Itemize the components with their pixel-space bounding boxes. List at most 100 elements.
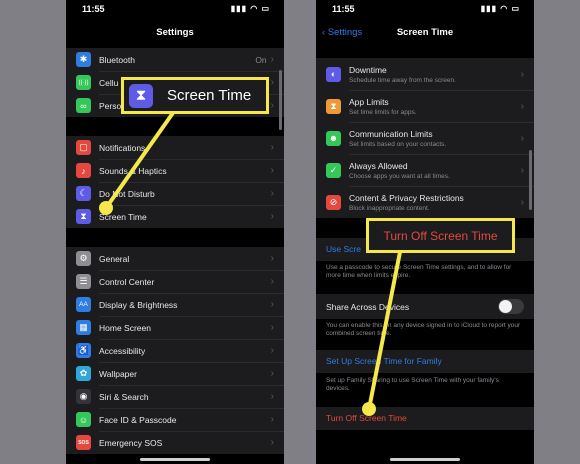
battery-icon: ▭ xyxy=(261,4,270,13)
row-label: Accessibility xyxy=(99,345,146,356)
chevron-right-icon: › xyxy=(270,276,274,287)
settings-row-control-center[interactable]: ☰ Control Center › xyxy=(66,270,284,293)
row-label: Do Not Disturb xyxy=(99,188,155,199)
chevron-right-icon: › xyxy=(520,132,524,144)
turn-off-callout: Turn Off Screen Time xyxy=(366,218,515,253)
row-label: General xyxy=(99,253,130,264)
left-gutter xyxy=(0,0,66,464)
option-downtime[interactable]: ◐ Downtime Schedule time away from the s… xyxy=(316,58,534,90)
option-app-limits[interactable]: ⧗ App Limits Set time limits for apps. › xyxy=(316,90,534,122)
option-subtitle: Set limits based on your contacts. xyxy=(349,140,447,148)
settings-row-siri[interactable]: ◉ Siri & Search › xyxy=(66,385,284,408)
turn-off-group: Turn Off Screen Time xyxy=(316,407,534,430)
signal-icon: ▮▮▮ xyxy=(480,4,497,13)
settings-row-bluetooth[interactable]: ✱ Bluetooth On › xyxy=(66,48,284,71)
scrollbar[interactable] xyxy=(529,150,532,210)
chevron-right-icon: › xyxy=(270,100,274,111)
family-setup-link[interactable]: Set Up Screen Time for Family xyxy=(316,350,534,373)
share-group: Share Across Devices xyxy=(316,294,534,319)
screen-time-options: ◐ Downtime Schedule time away from the s… xyxy=(316,58,534,218)
option-text: Downtime Schedule time away from the scr… xyxy=(349,65,521,84)
family-group: Set Up Screen Time for Family xyxy=(316,350,534,373)
option-content-privacy[interactable]: ⊘ Content & Privacy Restrictions Block i… xyxy=(316,186,534,218)
row-label: Notifications xyxy=(99,142,146,153)
control-center-icon: ☰ xyxy=(76,274,91,289)
settings-row-wallpaper[interactable]: ✿ Wallpaper › xyxy=(66,362,284,385)
row-label: Bluetooth xyxy=(99,54,135,65)
share-footer: You can enable this on any device signed… xyxy=(326,322,521,337)
tap-indicator-left xyxy=(99,201,113,215)
option-subtitle: Schedule time away from the screen. xyxy=(349,76,456,84)
row-label: Home Screen xyxy=(99,322,151,333)
option-always-allowed[interactable]: ✓ Always Allowed Choose apps you want at… xyxy=(316,154,534,186)
chevron-right-icon: › xyxy=(270,77,274,88)
settings-screen: 11:55 ▮▮▮ ◠ ▭ Settings ✱ Bluetooth On › … xyxy=(66,0,284,464)
status-icons: ▮▮▮ ◠ ▭ xyxy=(481,4,520,13)
checkmark-icon: ✓ xyxy=(326,162,341,178)
option-subtitle: Choose apps you want at all times. xyxy=(349,172,450,180)
display-icon: AA xyxy=(76,297,91,312)
battery-icon: ▭ xyxy=(511,4,520,13)
share-across-devices-toggle[interactable] xyxy=(498,299,524,314)
option-text: App Limits Set time limits for apps. xyxy=(349,97,521,116)
option-title: App Limits xyxy=(349,96,389,107)
status-time: 11:55 xyxy=(82,4,105,14)
chevron-right-icon: › xyxy=(270,253,274,264)
passcode-footer: Use a passcode to secure Screen Time set… xyxy=(326,264,512,279)
scrollbar[interactable] xyxy=(279,70,282,130)
settings-row-accessibility[interactable]: ♿ Accessibility › xyxy=(66,339,284,362)
chevron-right-icon: › xyxy=(520,68,524,80)
row-label: Siri & Search xyxy=(99,391,149,402)
row-label: Sounds & Haptics xyxy=(99,165,167,176)
home-indicator xyxy=(390,458,460,461)
option-communication-limits[interactable]: ☻ Communication Limits Set limits based … xyxy=(316,122,534,154)
settings-row-emergency-sos[interactable]: SOS Emergency SOS › xyxy=(66,431,284,454)
row-label: Screen Time xyxy=(99,211,147,222)
turn-off-screen-time-button[interactable]: Turn Off Screen Time xyxy=(316,407,534,430)
row-label: Face ID & Passcode xyxy=(99,414,177,425)
hourglass-icon: ⧗ xyxy=(129,83,153,108)
screen-time-callout: ⧗ Screen Time xyxy=(121,77,269,114)
hotspot-icon: ∞ xyxy=(76,98,91,113)
chevron-right-icon: › xyxy=(520,100,524,112)
option-title: Communication Limits xyxy=(349,128,433,139)
settings-row-home-screen[interactable]: ▦ Home Screen › xyxy=(66,316,284,339)
option-title: Downtime xyxy=(349,64,387,75)
middle-gutter xyxy=(284,0,316,464)
chevron-right-icon: › xyxy=(270,142,274,153)
chevron-right-icon: › xyxy=(270,54,274,65)
option-subtitle: Block inappropriate content. xyxy=(349,204,430,212)
signal-icon: ▮▮▮ xyxy=(230,4,247,13)
wifi-icon: ◠ xyxy=(500,4,509,13)
nav-bar: ‹ Settings Screen Time xyxy=(316,18,534,48)
accessibility-icon: ♿ xyxy=(76,343,91,358)
chevron-right-icon: › xyxy=(520,164,524,176)
row-label: Display & Brightness xyxy=(99,299,178,310)
status-bar: 11:55 ▮▮▮ ◠ ▭ xyxy=(316,0,534,18)
option-text: Always Allowed Choose apps you want at a… xyxy=(349,161,521,180)
chevron-right-icon: › xyxy=(270,322,274,333)
settings-row-general[interactable]: ⚙ General › xyxy=(66,247,284,270)
settings-row-do-not-disturb[interactable]: ☾ Do Not Disturb › xyxy=(66,182,284,205)
settings-row-display[interactable]: AA Display & Brightness › xyxy=(66,293,284,316)
back-label: Settings xyxy=(327,27,363,38)
chevron-right-icon: › xyxy=(270,188,274,199)
hourglass-icon: ⧗ xyxy=(326,98,341,114)
page-title: Settings xyxy=(156,27,194,38)
restriction-icon: ⊘ xyxy=(326,194,341,210)
chevron-right-icon: › xyxy=(270,299,274,310)
hourglass-icon: ⧗ xyxy=(76,209,91,224)
wifi-icon: ◠ xyxy=(250,4,259,13)
cellular-icon: ((·)) xyxy=(76,75,91,90)
settings-row-notifications[interactable]: ▢ Notifications › xyxy=(66,136,284,159)
siri-icon: ◉ xyxy=(76,389,91,404)
settings-row-sounds[interactable]: ♪ Sounds & Haptics › xyxy=(66,159,284,182)
chevron-right-icon: › xyxy=(270,211,274,222)
settings-row-face-id[interactable]: ☺ Face ID & Passcode › xyxy=(66,408,284,431)
row-label: Emergency SOS xyxy=(99,437,163,448)
chevron-right-icon: › xyxy=(270,414,274,425)
chevron-right-icon: › xyxy=(270,391,274,402)
back-button[interactable]: ‹ Settings xyxy=(322,18,362,48)
right-gutter xyxy=(534,0,580,464)
chevron-right-icon: › xyxy=(270,165,274,176)
